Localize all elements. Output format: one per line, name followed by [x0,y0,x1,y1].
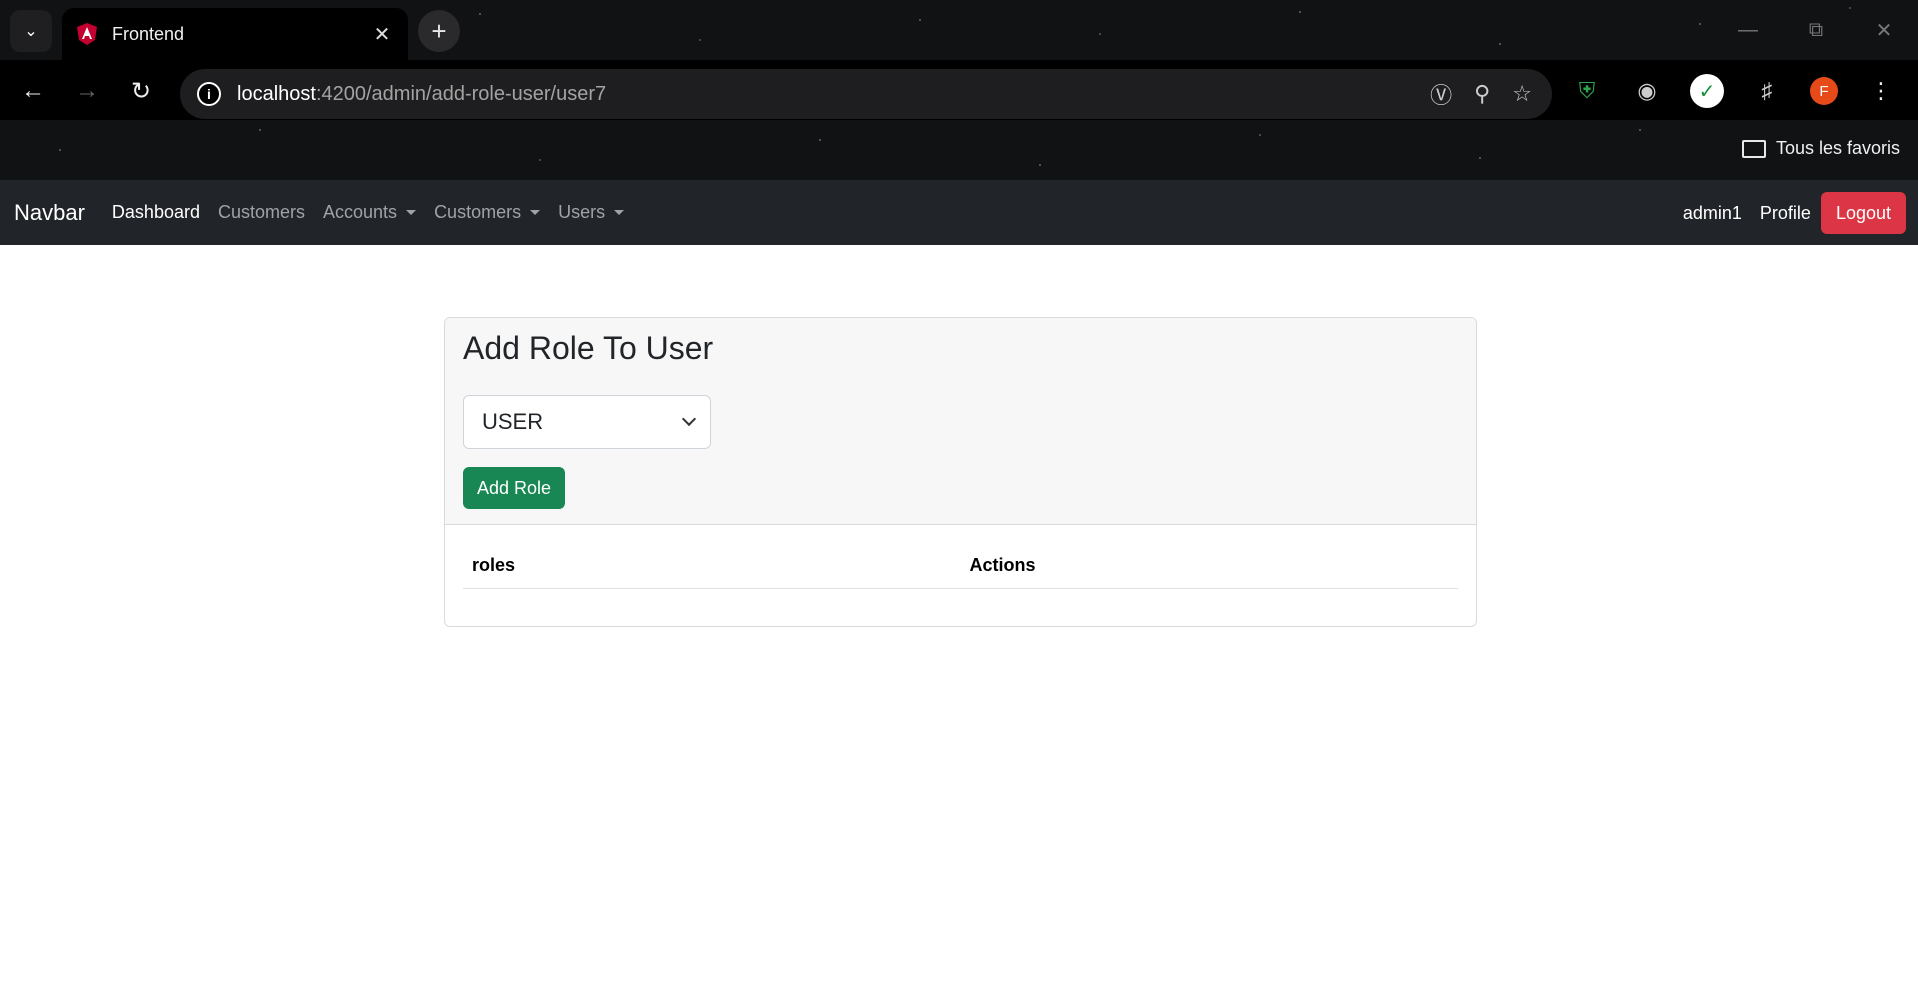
zoom-icon[interactable]: ⚲ [1474,81,1490,107]
browser-chrome: ⌄ Frontend ✕ + — ⧉ ✕ ← → ↻ i localhost:4… [0,0,1918,180]
minimize-icon[interactable]: — [1714,0,1782,60]
table-header-row: roles Actions [463,543,1458,589]
bookmarks-bar: Tous les favoris [0,120,1918,180]
nav-users-dropdown[interactable]: Users [558,202,625,223]
chevron-down-icon [681,411,697,427]
window-controls: — ⧉ ✕ [1714,0,1918,60]
extensions-area: ⛨ ◉ ✓ ♯ F ⋮ [1570,72,1898,110]
new-tab-button[interactable]: + [418,10,460,52]
address-bar[interactable]: i localhost:4200/admin/add-role-user/use… [180,69,1552,119]
role-select-value: USER [482,409,544,434]
add-role-button[interactable]: Add Role [463,467,566,509]
url-path: :4200/admin/add-role-user/user7 [315,82,607,105]
roles-table: roles Actions [463,543,1458,589]
logout-button[interactable]: Logout [1820,192,1906,234]
nav-customers[interactable]: Customers [218,202,305,223]
caret-down-icon [530,210,541,215]
card-body: roles Actions [445,525,1476,607]
camera-extension-icon[interactable]: ◉ [1630,74,1664,108]
tab-strip: ⌄ Frontend ✕ + — ⧉ ✕ [0,0,1918,60]
tab-title: Frontend [112,23,185,44]
check-extension-icon[interactable]: ✓ [1690,74,1724,108]
nav-customers-dropdown[interactable]: Customers [434,202,541,223]
url-text[interactable]: localhost:4200/admin/add-role-user/user7 [237,83,606,106]
role-select[interactable]: USER [463,395,711,449]
navbar-brand[interactable]: Navbar [14,200,85,226]
page-title: Add Role To User [463,330,714,366]
angular-favicon-icon [77,23,97,45]
chevron-down-icon: ⌄ [24,23,38,40]
profile-avatar-icon[interactable]: F [1810,77,1838,105]
omnibox-actions: Ⓥ ⚲ ☆ [1430,69,1532,119]
back-icon[interactable]: ← [16,74,50,108]
puzzle-extensions-icon[interactable]: ♯ [1750,74,1784,108]
card-header: Add Role To User USER Add Role [445,318,1476,525]
bookmark-star-icon[interactable]: ☆ [1512,81,1532,107]
nav-dashboard[interactable]: Dashboard [112,202,200,223]
navbar-user-area: admin1 Profile Logout [1683,192,1906,234]
username-link[interactable]: admin1 [1683,203,1742,224]
nav-accounts-dropdown[interactable]: Accounts [323,202,417,223]
caret-down-icon [406,210,417,215]
restore-icon[interactable]: ⧉ [1782,0,1850,60]
close-tab-icon[interactable]: ✕ [370,22,394,47]
tab-frontend[interactable]: Frontend ✕ [62,8,408,60]
tab-search-button[interactable]: ⌄ [10,10,52,52]
nav-customers-dropdown-label: Customers [434,202,522,222]
site-info-icon[interactable]: i [197,82,221,106]
folder-icon [1741,139,1766,158]
browser-menu-icon[interactable]: ⋮ [1864,74,1898,108]
close-window-icon[interactable]: ✕ [1850,0,1918,60]
all-bookmarks-button[interactable]: Tous les favoris [1741,138,1900,159]
column-header-actions: Actions [960,543,1458,589]
url-host: localhost [237,82,316,105]
reload-icon[interactable]: ↻ [124,74,158,108]
app-navbar: Navbar Dashboard Customers Accounts Cust… [0,180,1918,245]
profile-link[interactable]: Profile [1760,203,1811,224]
all-bookmarks-label: Tous les favoris [1775,138,1900,158]
caret-down-icon [614,210,625,215]
column-header-roles: roles [463,543,961,589]
translate-icon[interactable]: Ⓥ [1430,78,1452,110]
add-role-card: Add Role To User USER Add Role roles Act… [444,317,1477,627]
browser-toolbar: ← → ↻ i localhost:4200/admin/add-role-us… [0,60,1918,120]
nav-users-label: Users [558,202,606,222]
shield-extension-icon[interactable]: ⛨ [1570,74,1604,108]
forward-icon[interactable]: → [70,74,104,108]
nav-accounts-label: Accounts [323,202,398,222]
